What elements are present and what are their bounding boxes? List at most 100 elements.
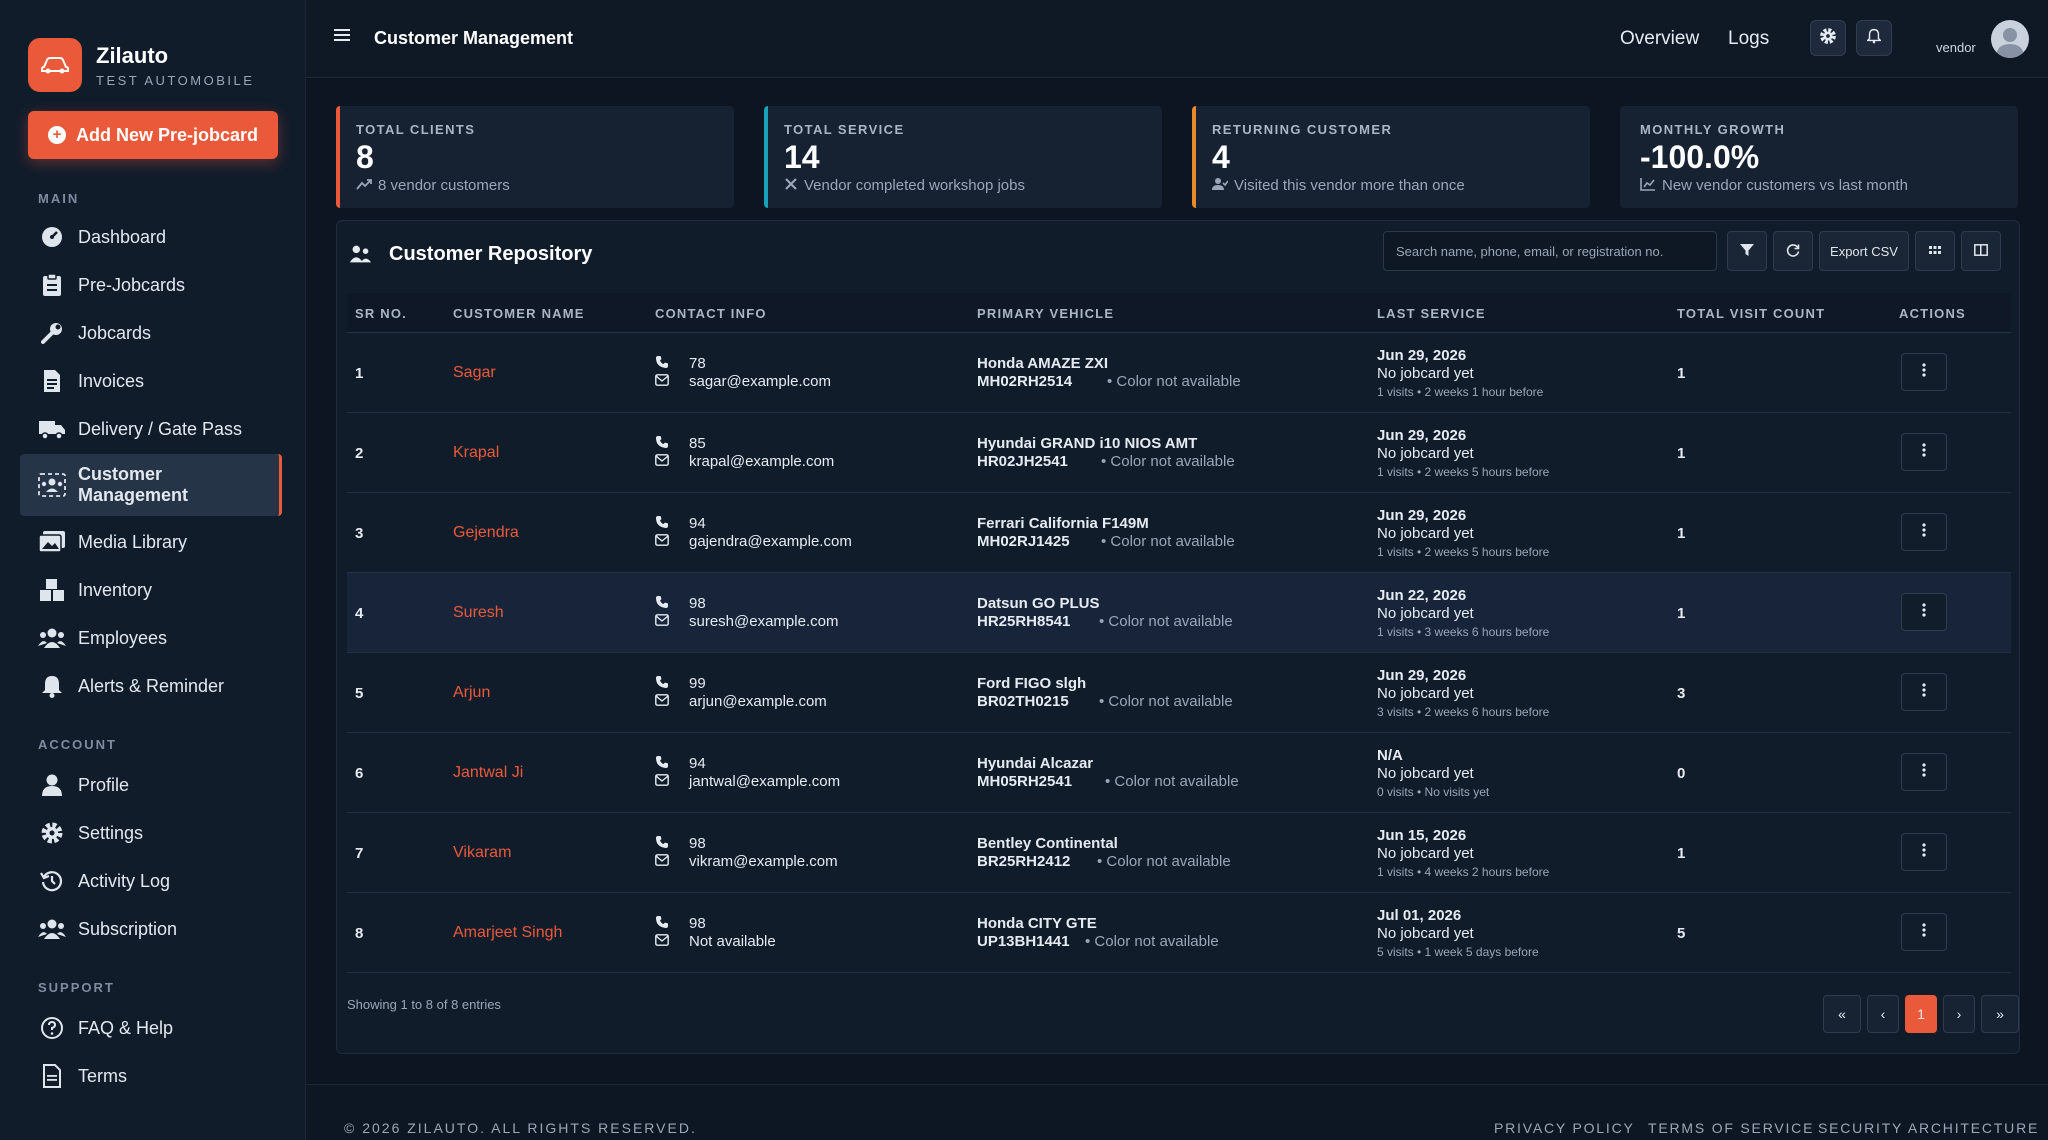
customer-name-link[interactable]: Amarjeet Singh [453, 924, 562, 942]
nav-link-logs[interactable]: Logs [1728, 28, 1769, 50]
first-page-button[interactable]: « [1823, 995, 1861, 1033]
last-service-meta: 1 visits • 2 weeks 1 hour before [1377, 385, 1544, 399]
next-page-button[interactable]: › [1943, 995, 1975, 1033]
add-pre-jobcard-button[interactable]: + Add New Pre-jobcard [28, 111, 278, 159]
sidebar-item-inventory[interactable]: Inventory [20, 566, 282, 614]
visit-count: 5 [1677, 925, 1686, 942]
row-sr-no: 8 [355, 925, 364, 942]
customer-phone: 98 [689, 915, 706, 932]
sidebar-item-activity-log[interactable]: Activity Log [20, 857, 282, 905]
sidebar-item-media-library[interactable]: Media Library [20, 518, 282, 566]
table-row[interactable]: 5 Arjun 99 arjun@example.com Ford FIGO slgh B… [347, 653, 2011, 733]
search-input[interactable]: Search name, phone, email, or registrati… [1383, 231, 1717, 271]
notifications-button[interactable] [1856, 20, 1892, 56]
row-actions-button[interactable] [1901, 513, 1947, 551]
sidebar-item-label: FAQ & Help [78, 1017, 174, 1038]
grid-view-button[interactable] [1915, 231, 1955, 271]
prev-page-button[interactable]: ‹ [1867, 995, 1899, 1033]
customer-name-link[interactable]: Vikaram [453, 844, 511, 862]
columns-button[interactable] [1961, 231, 2001, 271]
sidebar-item-label: Media Library [78, 531, 188, 552]
tools-icon [784, 177, 798, 195]
table-row[interactable]: 1 Sagar 78 sagar@example.com Honda AMAZE ZXI… [347, 333, 2011, 413]
stat-value: -100.0% [1640, 139, 1760, 175]
sidebar-item-settings[interactable]: Settings [20, 809, 282, 857]
row-actions-button[interactable] [1901, 593, 1947, 631]
more-vertical-icon [1922, 922, 1926, 942]
mail-icon [655, 693, 669, 710]
vehicle-model: Ferrari California F149M [977, 515, 1149, 532]
customer-name-link[interactable]: Gejendra [453, 524, 519, 542]
stat-card-total-clients: TOTAL CLIENTS 8 8 vendor customers [336, 106, 734, 208]
phone-icon [655, 515, 669, 533]
visit-count: 0 [1677, 765, 1686, 782]
more-vertical-icon [1922, 682, 1926, 702]
document-icon [38, 1062, 66, 1090]
table-row[interactable]: 7 Vikaram 98 vikram@example.com Bentley Cont… [347, 813, 2011, 893]
users-icon [38, 471, 66, 499]
filter-button[interactable] [1727, 231, 1767, 271]
sidebar-item-pre-jobcards[interactable]: Pre-Jobcards [20, 261, 282, 309]
last-page-button[interactable]: » [1981, 995, 2019, 1033]
vehicle-model: Datsun GO PLUS [977, 595, 1100, 612]
customer-phone: 98 [689, 835, 706, 852]
last-service-jobcard: No jobcard yet [1377, 765, 1474, 782]
customer-name-link[interactable]: Sagar [453, 364, 496, 382]
footer-link-privacy-policy[interactable]: PRIVACY POLICY [1494, 1120, 1635, 1136]
row-actions-button[interactable] [1901, 913, 1947, 951]
avatar[interactable] [1991, 20, 2029, 58]
table-row[interactable]: 4 Suresh 98 suresh@example.com Datsun GO PLU… [347, 573, 2011, 653]
stat-note-text: 8 vendor customers [378, 176, 510, 194]
stat-label: MONTHLY GROWTH [1640, 122, 1786, 137]
export-csv-button[interactable]: Export CSV [1819, 231, 1909, 271]
sidebar-item-jobcards[interactable]: Jobcards [20, 309, 282, 357]
more-vertical-icon [1922, 602, 1926, 622]
hamburger-menu-icon[interactable] [334, 28, 350, 47]
row-actions-button[interactable] [1901, 353, 1947, 391]
last-service-meta: 1 visits • 2 weeks 5 hours before [1377, 465, 1550, 479]
sidebar-item-terms[interactable]: Terms [20, 1052, 282, 1100]
sidebar-item-customer-management[interactable]: Customer Management [20, 454, 282, 516]
footer-link-terms-of-service[interactable]: TERMS OF SERVICE [1648, 1120, 1814, 1136]
sidebar-item-employees[interactable]: Employees [20, 614, 282, 662]
brand-subtitle: TEST AUTOMOBILE [96, 72, 255, 88]
stat-value: 14 [784, 139, 820, 175]
table-row[interactable]: 6 Jantwal Ji 94 jantwal@example.com Hyundai … [347, 733, 2011, 813]
settings-button[interactable] [1810, 20, 1846, 56]
customer-name-link[interactable]: Jantwal Ji [453, 764, 523, 782]
sidebar-item-subscription[interactable]: Subscription [20, 905, 282, 953]
row-actions-button[interactable] [1901, 833, 1947, 871]
brand[interactable]: Zilauto TEST AUTOMOBILE [0, 0, 305, 100]
phone-icon [655, 435, 669, 453]
row-actions-button[interactable] [1901, 433, 1947, 471]
row-actions-button[interactable] [1901, 753, 1947, 791]
customer-email: vikram@example.com [689, 853, 838, 870]
mail-icon [655, 933, 669, 950]
sidebar-item-faq-help[interactable]: FAQ & Help [20, 1004, 282, 1052]
wrench-icon [38, 319, 66, 347]
table-row[interactable]: 8 Amarjeet Singh 98 Not available Honda CITY… [347, 893, 2011, 973]
customer-name-link[interactable]: Krapal [453, 444, 499, 462]
refresh-button[interactable] [1773, 231, 1813, 271]
sidebar-item-dashboard[interactable]: Dashboard [20, 213, 282, 261]
stat-label: TOTAL CLIENTS [356, 122, 476, 137]
sidebar-item-profile[interactable]: Profile [20, 761, 282, 809]
sidebar-item-invoices[interactable]: Invoices [20, 357, 282, 405]
sidebar-item-alerts-reminder[interactable]: Alerts & Reminder [20, 662, 282, 710]
dashboard-icon [38, 223, 66, 251]
column-header-last-service: LAST SERVICE [1377, 306, 1486, 321]
customer-name-link[interactable]: Arjun [453, 684, 490, 702]
vehicle-registration: HR25RH8541 [977, 613, 1071, 630]
table-row[interactable]: 2 Krapal 85 krapal@example.com Hyundai GRAND… [347, 413, 2011, 493]
people-icon [38, 624, 66, 652]
table-row[interactable]: 3 Gejendra 94 gajendra@example.com Ferrari C… [347, 493, 2011, 573]
sidebar-item-delivery-gate-pass[interactable]: Delivery / Gate Pass [20, 405, 282, 453]
add-pre-jobcard-label: Add New Pre-jobcard [75, 124, 259, 145]
nav-link-overview[interactable]: Overview [1620, 28, 1699, 50]
page-button-current[interactable]: 1 [1905, 995, 1937, 1033]
bell-icon [38, 672, 66, 700]
footer-link-security-architecture[interactable]: SECURITY ARCHITECTURE [1818, 1120, 2039, 1136]
customer-phone: 78 [689, 355, 706, 372]
row-actions-button[interactable] [1901, 673, 1947, 711]
customer-name-link[interactable]: Suresh [453, 604, 504, 622]
